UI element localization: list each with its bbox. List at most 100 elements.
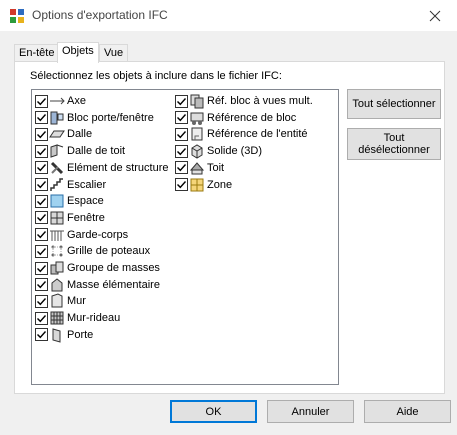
wall-icon xyxy=(49,293,65,309)
object-list-item[interactable]: Référence de l'entité xyxy=(175,126,308,142)
object-list-item[interactable]: Grille de poteaux xyxy=(35,243,150,259)
entity-reference-icon xyxy=(189,126,205,142)
object-label: Zone xyxy=(207,178,233,191)
mass-element-icon xyxy=(49,277,65,293)
tab-vue[interactable]: Vue xyxy=(99,44,129,62)
window-title: Options d'exportation IFC xyxy=(32,8,168,22)
object-checkbox[interactable] xyxy=(35,194,48,208)
select-all-button[interactable]: Tout sélectionner xyxy=(347,89,441,119)
zone-icon xyxy=(189,177,205,193)
tab-en-tete[interactable]: En-tête xyxy=(14,44,60,62)
object-checkbox[interactable] xyxy=(35,127,48,141)
object-checkbox[interactable] xyxy=(35,244,48,258)
instruction-label: Sélectionnez les objets à inclure dans l… xyxy=(30,70,282,82)
object-label: Mur xyxy=(67,295,86,308)
object-label: Garde-corps xyxy=(67,228,129,241)
object-list-item[interactable]: Bloc porte/fenêtre xyxy=(35,110,154,126)
tab-objets[interactable]: Objets xyxy=(57,42,99,63)
object-checkbox[interactable] xyxy=(175,111,188,125)
object-checkbox[interactable] xyxy=(35,228,48,242)
object-list-item[interactable]: Garde-corps xyxy=(35,227,128,243)
multi-view-block-ref-icon xyxy=(189,93,205,109)
object-label: Référence de bloc xyxy=(207,111,297,124)
help-button[interactable]: Aide xyxy=(364,400,451,423)
object-checkbox[interactable] xyxy=(35,311,48,325)
door-icon xyxy=(49,327,65,343)
object-checkbox[interactable] xyxy=(35,328,48,342)
object-checkbox[interactable] xyxy=(35,178,48,191)
object-list-item[interactable]: Axe xyxy=(35,93,86,109)
object-label: Toit xyxy=(207,161,225,174)
title-bar: Options d'exportation IFC xyxy=(0,0,457,31)
objects-checklist[interactable]: Axe Bloc porte/fenêtre Dalle Dalle de toit E… xyxy=(31,89,339,385)
curtain-wall-icon xyxy=(49,310,65,326)
object-checkbox[interactable] xyxy=(35,161,48,175)
object-label: Fenêtre xyxy=(67,211,105,224)
object-checkbox[interactable] xyxy=(35,94,48,108)
object-label: Axe xyxy=(67,95,86,107)
object-list-item[interactable]: Mur-rideau xyxy=(35,310,120,326)
mass-group-icon xyxy=(49,260,65,276)
door-window-block-icon xyxy=(49,110,65,126)
object-list-item[interactable]: Référence de bloc xyxy=(175,110,296,126)
object-checkbox[interactable] xyxy=(35,111,48,125)
object-label: Bloc porte/fenêtre xyxy=(67,111,154,124)
ok-button[interactable]: OK xyxy=(170,400,257,423)
object-label: Dalle xyxy=(67,128,93,141)
block-reference-icon xyxy=(189,110,205,126)
object-label: Dalle de toit xyxy=(67,145,126,158)
object-list-item[interactable]: Groupe de masses xyxy=(35,260,160,276)
slab-icon xyxy=(49,126,65,142)
object-label: Référence de l'entité xyxy=(207,128,308,141)
object-label: Grille de poteaux xyxy=(67,245,151,258)
solid-3d-icon xyxy=(189,143,205,159)
object-list-item[interactable]: Réf. bloc à vues mult. xyxy=(175,93,313,109)
roof-slab-icon xyxy=(49,143,65,159)
object-list-item[interactable]: Dalle xyxy=(35,126,92,142)
deselect-all-button[interactable]: Tout désélectionner xyxy=(347,128,441,160)
stair-icon xyxy=(49,177,65,193)
object-label: Groupe de masses xyxy=(67,262,160,274)
object-label: Elément de structure xyxy=(67,161,169,174)
object-label: Masse élémentaire xyxy=(67,278,160,291)
object-label: Escalier xyxy=(67,178,107,191)
object-list-item[interactable]: Mur xyxy=(35,293,86,309)
object-checkbox[interactable] xyxy=(175,178,188,191)
cancel-button[interactable]: Annuler xyxy=(267,400,354,423)
object-list-item[interactable]: Escalier xyxy=(35,177,106,193)
object-label: Mur-rideau xyxy=(67,312,121,325)
object-label: Espace xyxy=(67,195,104,208)
object-label: Solide (3D) xyxy=(207,145,263,158)
object-checkbox[interactable] xyxy=(175,94,188,108)
object-checkbox[interactable] xyxy=(35,144,48,158)
object-list-item[interactable]: Toit xyxy=(175,160,224,176)
object-checkbox[interactable] xyxy=(175,144,188,158)
space-icon xyxy=(49,193,65,209)
roof-icon xyxy=(189,160,205,176)
structural-member-icon xyxy=(49,160,65,176)
axis-icon xyxy=(49,93,65,109)
app-ifc-icon xyxy=(10,9,24,23)
object-list-item[interactable]: Dalle de toit xyxy=(35,143,125,159)
railing-icon xyxy=(49,227,65,243)
object-checkbox[interactable] xyxy=(35,278,48,292)
object-list-item[interactable]: Fenêtre xyxy=(35,210,105,226)
close-icon xyxy=(429,10,441,21)
object-checkbox[interactable] xyxy=(35,294,48,308)
object-label: Réf. bloc à vues mult. xyxy=(207,95,313,107)
object-checkbox[interactable] xyxy=(175,161,188,175)
object-list-item[interactable]: Espace xyxy=(35,193,104,209)
object-checkbox[interactable] xyxy=(35,261,48,275)
object-list-item[interactable]: Solide (3D) xyxy=(175,143,262,159)
object-checkbox[interactable] xyxy=(35,211,48,225)
close-button[interactable] xyxy=(413,0,457,31)
column-grid-icon xyxy=(49,243,65,259)
object-list-item[interactable]: Porte xyxy=(35,327,93,343)
object-checkbox[interactable] xyxy=(175,127,188,141)
object-label: Porte xyxy=(67,328,94,341)
object-list-item[interactable]: Elément de structure xyxy=(35,160,169,176)
tab-panel-objets: Sélectionnez les objets à inclure dans l… xyxy=(14,61,445,394)
window-icon xyxy=(49,210,65,226)
object-list-item[interactable]: Zone xyxy=(175,177,232,193)
object-list-item[interactable]: Masse élémentaire xyxy=(35,277,160,293)
